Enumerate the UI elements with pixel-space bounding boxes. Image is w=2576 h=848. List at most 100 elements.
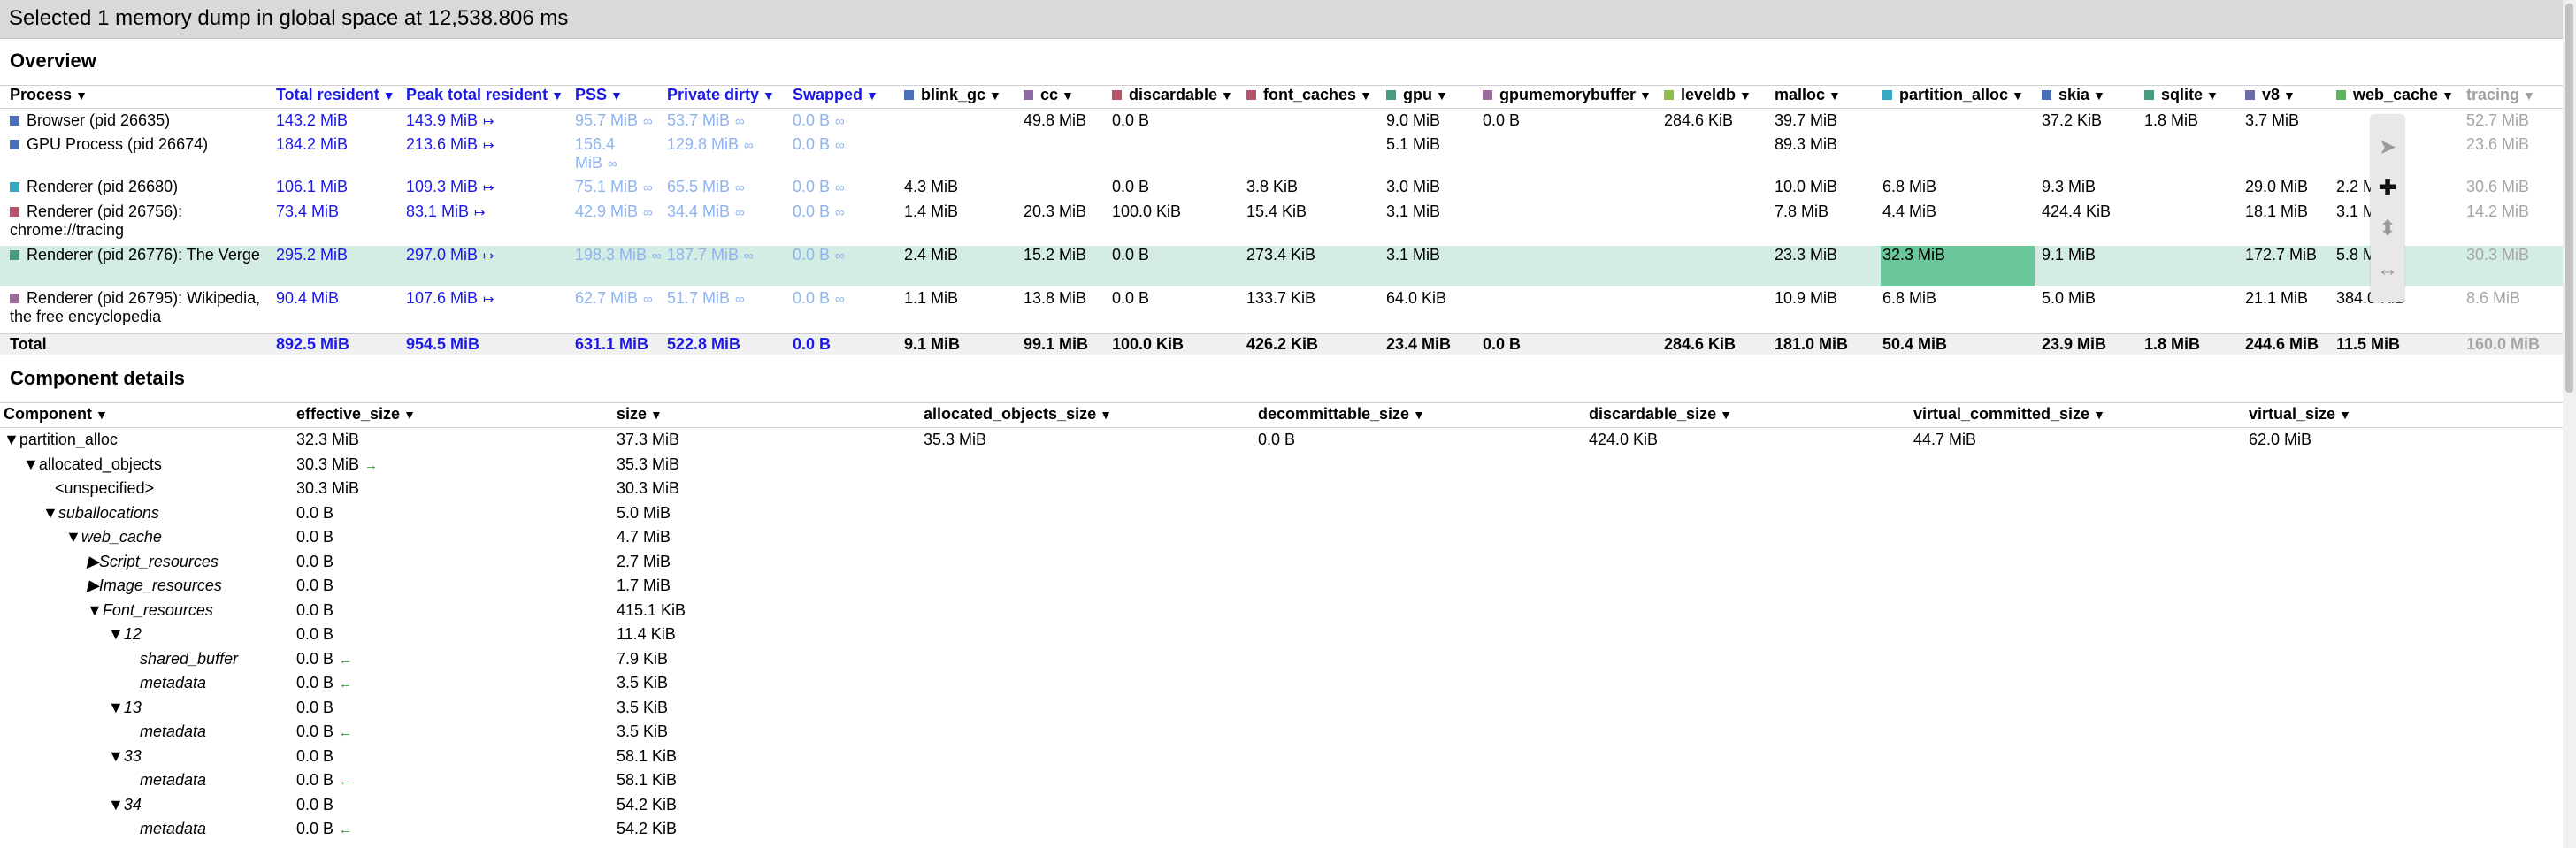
value-cell-swapped[interactable]: 0.0 B ∞ (793, 111, 845, 131)
value-cell-total-resident[interactable]: 295.2 MiB (276, 246, 348, 264)
column-header-gpumemorybuffer[interactable]: gpumemorybuffer ▼ (1483, 86, 1652, 104)
process-row[interactable]: GPU Process (pid 26674) 184.2 MiB 213.6 Mi… (0, 135, 2548, 178)
sort-arrow-icon[interactable]: ▼ (551, 88, 564, 103)
column-header-skia[interactable]: skia ▼ (2042, 86, 2105, 104)
column-header-pss[interactable]: PSS ▼ (575, 86, 623, 104)
component-name-cell[interactable]: ▼34 (108, 796, 142, 814)
component-name-cell[interactable]: ▼13 (108, 699, 142, 717)
component-row[interactable]: ▼12 0.0 B 11.4 KiB (0, 625, 2548, 648)
component-row[interactable]: metadata 0.0 B ← 3.5 KiB (0, 722, 2548, 745)
column-header-swapped[interactable]: Swapped ▼ (793, 86, 878, 104)
value-cell-pss[interactable]: 75.1 MiB ∞ (575, 178, 653, 197)
sort-arrow-icon[interactable]: ▼ (1828, 88, 1841, 103)
sort-arrow-icon[interactable]: ▼ (1720, 408, 1732, 422)
value-cell-pss[interactable]: 95.7 MiB ∞ (575, 111, 653, 131)
value-cell-total-resident[interactable]: 143.2 MiB (276, 111, 348, 130)
component-name-cell[interactable]: metadata (140, 722, 206, 741)
process-row[interactable]: Renderer (pid 26776): The Verge 295.2 MiB… (0, 246, 2548, 289)
expand-toggle-icon[interactable]: ▼ (108, 625, 124, 643)
expand-toggle-icon[interactable]: ▶ (87, 553, 99, 570)
component-column-discardable-size[interactable]: discardable_size ▼ (1589, 405, 1732, 424)
column-header-malloc[interactable]: malloc ▼ (1775, 86, 1841, 104)
component-row[interactable]: ▼web_cache 0.0 B 4.7 MiB (0, 528, 2548, 551)
column-header-process[interactable]: Process ▼ (10, 86, 88, 104)
sort-arrow-icon[interactable]: ▼ (75, 88, 88, 103)
column-header-sqlite[interactable]: sqlite ▼ (2144, 86, 2219, 104)
component-column-decommittable-size[interactable]: decommittable_size ▼ (1258, 405, 1425, 424)
component-column-virtual-committed-size[interactable]: virtual_committed_size ▼ (1913, 405, 2105, 424)
sort-arrow-icon[interactable]: ▼ (1436, 88, 1448, 103)
value-cell-private-dirty[interactable]: 53.7 MiB ∞ (667, 111, 745, 131)
process-row[interactable]: Renderer (pid 26756): chrome://tracing 73… (0, 202, 2548, 246)
process-name-cell[interactable]: Renderer (pid 26680) (10, 178, 275, 196)
process-row[interactable]: Renderer (pid 26795): Wikipedia, the fre… (0, 289, 2548, 332)
sort-arrow-icon[interactable]: ▼ (989, 88, 1001, 103)
value-cell-private-dirty[interactable]: 129.8 MiB ∞ (667, 135, 754, 155)
value-cell-private-dirty[interactable]: 51.7 MiB ∞ (667, 289, 745, 309)
value-cell-swapped[interactable]: 0.0 B ∞ (793, 202, 845, 222)
expand-toggle-icon[interactable]: ▼ (87, 601, 103, 619)
column-header-total-resident[interactable]: Total resident ▼ (276, 86, 395, 104)
sort-arrow-icon[interactable]: ▼ (2093, 408, 2105, 422)
value-cell-swapped[interactable]: 0.0 B ∞ (793, 135, 845, 155)
component-row[interactable]: shared_buffer 0.0 B ← 7.9 KiB (0, 650, 2548, 673)
column-header-cc[interactable]: cc ▼ (1024, 86, 1074, 104)
process-name-cell[interactable]: Renderer (pid 26795): Wikipedia, the fre… (10, 289, 275, 326)
component-row[interactable]: <unspecified> 30.3 MiB 30.3 MiB (0, 479, 2548, 502)
column-header-discardable[interactable]: discardable ▼ (1112, 86, 1233, 104)
value-cell-swapped[interactable]: 0.0 B ∞ (793, 246, 845, 265)
component-row[interactable]: ▼13 0.0 B 3.5 KiB (0, 699, 2548, 722)
value-cell-peak[interactable]: 107.6 MiB ↦ (406, 289, 494, 309)
page-scrollbar-thumb[interactable] (2565, 4, 2573, 393)
component-name-cell[interactable]: ▼suballocations (42, 504, 159, 523)
process-name-cell[interactable]: Renderer (pid 26776): The Verge (10, 246, 275, 264)
value-cell-peak[interactable]: 83.1 MiB ↦ (406, 202, 486, 222)
component-name-cell[interactable]: ▶Script_resources (87, 553, 218, 571)
value-cell-total-resident[interactable]: 106.1 MiB (276, 178, 348, 196)
sort-arrow-icon[interactable]: ▼ (763, 88, 775, 103)
component-row[interactable]: ▶Script_resources 0.0 B 2.7 MiB (0, 553, 2548, 576)
component-column-effective-size[interactable]: effective_size ▼ (296, 405, 416, 424)
process-row[interactable]: Renderer (pid 26680) 106.1 MiB 109.3 MiB ↦ 7… (0, 178, 2548, 202)
value-cell-total-resident[interactable]: 73.4 MiB (276, 202, 339, 221)
column-header-peak-total-resident[interactable]: Peak total resident ▼ (406, 86, 564, 104)
sort-arrow-icon[interactable]: ▼ (2093, 88, 2105, 103)
component-name-cell[interactable]: ▼allocated_objects (23, 455, 162, 474)
column-header-private-dirty[interactable]: Private dirty ▼ (667, 86, 775, 104)
column-header-leveldb[interactable]: leveldb ▼ (1664, 86, 1752, 104)
value-cell-swapped[interactable]: 0.0 B ∞ (793, 178, 845, 197)
component-row[interactable]: ▼suballocations 0.0 B 5.0 MiB (0, 504, 2548, 527)
column-header-tracing[interactable]: tracing ▼ (2466, 86, 2535, 104)
zoom-icon[interactable]: ⬍ (2374, 214, 2401, 244)
component-name-cell[interactable]: metadata (140, 771, 206, 790)
component-row[interactable]: ▼partition_alloc 32.3 MiB 37.3 MiB 35.3 MiB… (0, 431, 2548, 454)
expand-toggle-icon[interactable]: ▼ (4, 431, 19, 448)
value-cell-pss[interactable]: 198.3 MiB ∞ (575, 246, 662, 265)
sort-arrow-icon[interactable]: ▼ (610, 88, 623, 103)
timing-icon[interactable]: ↔ (2374, 255, 2401, 285)
sort-arrow-icon[interactable]: ▼ (2206, 88, 2219, 103)
component-row[interactable]: metadata 0.0 B ← 54.2 KiB (0, 820, 2548, 843)
expand-toggle-icon[interactable]: ▶ (87, 577, 99, 594)
component-row[interactable]: metadata 0.0 B ← 3.5 KiB (0, 674, 2548, 697)
expand-toggle-icon[interactable]: ▼ (108, 796, 124, 814)
value-cell-peak[interactable]: 143.9 MiB ↦ (406, 111, 494, 131)
column-header-v8[interactable]: v8 ▼ (2245, 86, 2296, 104)
value-cell-private-dirty[interactable]: 65.5 MiB ∞ (667, 178, 745, 197)
component-name-cell[interactable]: <unspecified> (55, 479, 154, 498)
sort-arrow-icon[interactable]: ▼ (2283, 88, 2296, 103)
sort-arrow-icon[interactable]: ▼ (1100, 408, 1112, 422)
pan-icon[interactable]: ✚ (2374, 173, 2401, 203)
column-header-gpu[interactable]: gpu ▼ (1386, 86, 1448, 104)
value-cell-total-resident[interactable]: 184.2 MiB (276, 135, 348, 154)
sort-arrow-icon[interactable]: ▼ (866, 88, 878, 103)
expand-toggle-icon[interactable]: ▼ (23, 455, 39, 473)
process-name-cell[interactable]: GPU Process (pid 26674) (10, 135, 275, 154)
sort-arrow-icon[interactable]: ▼ (1221, 88, 1233, 103)
column-header-web-cache[interactable]: web_cache ▼ (2336, 86, 2454, 104)
value-cell-private-dirty[interactable]: 187.7 MiB ∞ (667, 246, 754, 265)
component-name-cell[interactable]: metadata (140, 820, 206, 838)
component-name-cell[interactable]: ▼Font_resources (87, 601, 213, 620)
expand-toggle-icon[interactable]: ▼ (65, 528, 81, 546)
sort-arrow-icon[interactable]: ▼ (650, 408, 663, 422)
